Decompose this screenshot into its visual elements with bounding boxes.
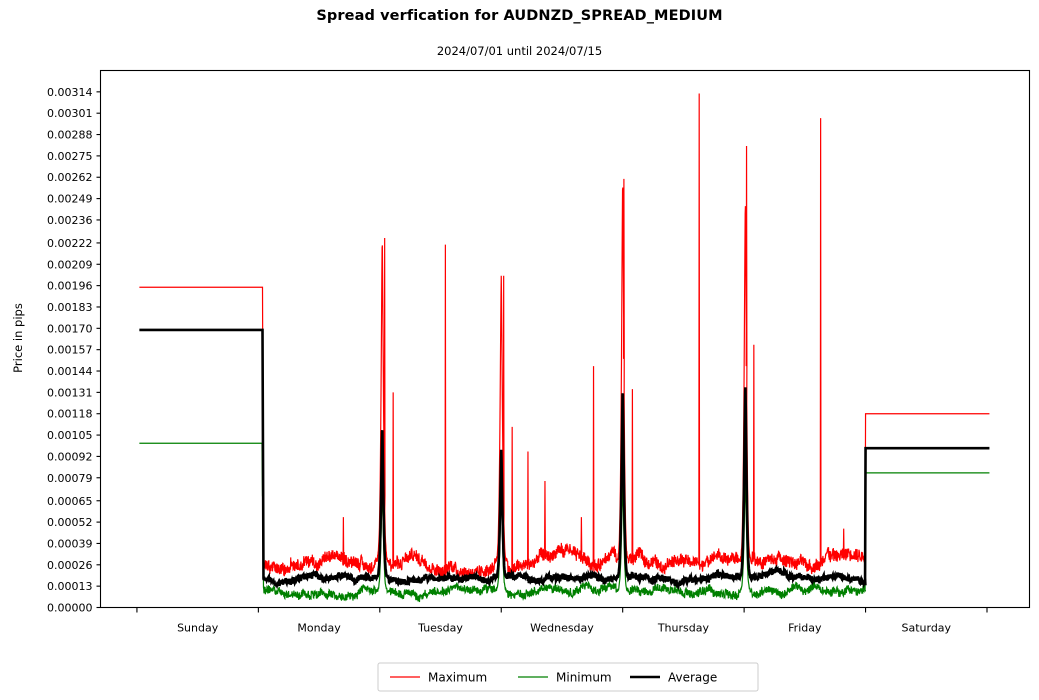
y-tick-label: 0.00275 [47,150,93,163]
series-lines [139,93,990,603]
series-line-average [139,328,990,591]
series-line-maximum [139,93,990,581]
y-tick-label: 0.00209 [47,258,93,271]
y-tick-label: 0.00170 [47,322,93,335]
y-tick-label: 0.00105 [47,429,93,442]
y-tick-label: 0.00039 [47,537,93,550]
y-tick-label: 0.00196 [47,280,93,293]
y-axis-title: Price in pips [11,303,25,373]
y-tick-label: 0.00118 [47,408,93,421]
y-tick-label: 0.00249 [47,193,93,206]
y-tick-label: 0.00052 [47,516,93,529]
x-tick-label-saturday: Saturday [901,622,951,635]
x-tick-label-friday: Friday [788,622,822,635]
x-tick-label-wednesday: Wednesday [530,622,594,635]
y-tick-label: 0.00026 [47,559,93,572]
y-tick-label: 0.00314 [47,86,93,99]
x-tick-label-thursday: Thursday [657,622,710,635]
x-axis-ticks: Sunday Monday Tuesday Wednesday Thursday Frid… [136,607,988,635]
y-tick-label: 0.00000 [47,602,93,615]
x-tick-label-sunday: Sunday [177,622,219,635]
y-tick-label: 0.00131 [47,386,93,399]
y-tick-label: 0.00157 [47,344,93,357]
y-tick-label: 0.00092 [47,450,93,463]
y-tick-label: 0.00079 [47,472,93,485]
x-tick-label-tuesday: Tuesday [417,622,463,635]
y-tick-label: 0.00222 [47,237,93,250]
y-tick-label: 0.00236 [47,214,93,227]
chart-figure: Spread verfication for AUDNZD_SPREAD_MED… [0,0,1039,700]
y-tick-label: 0.00288 [47,129,93,142]
y-tick-label: 0.00065 [47,495,93,508]
x-tick-label-monday: Monday [297,622,341,635]
plot-frame [99,69,1031,609]
legend-label-average: Average [668,671,717,685]
chart-legend[interactable]: Maximum Minimum Average [377,662,759,692]
y-axis-ticks: 0.00000 0.00013 0.00026 0.00039 0.00052 0.000… [47,86,101,615]
y-tick-label: 0.00301 [47,107,93,120]
y-tick-label: 0.00013 [47,580,93,593]
y-tick-label: 0.00262 [47,171,93,184]
spread-verification-plot: 0.00000 0.00013 0.00026 0.00039 0.00052 0.000… [11,69,1031,692]
legend-label-maximum: Maximum [428,671,487,685]
legend-label-minimum: Minimum [556,671,612,685]
y-tick-label: 0.00144 [47,365,93,378]
y-tick-label: 0.00183 [47,301,93,314]
